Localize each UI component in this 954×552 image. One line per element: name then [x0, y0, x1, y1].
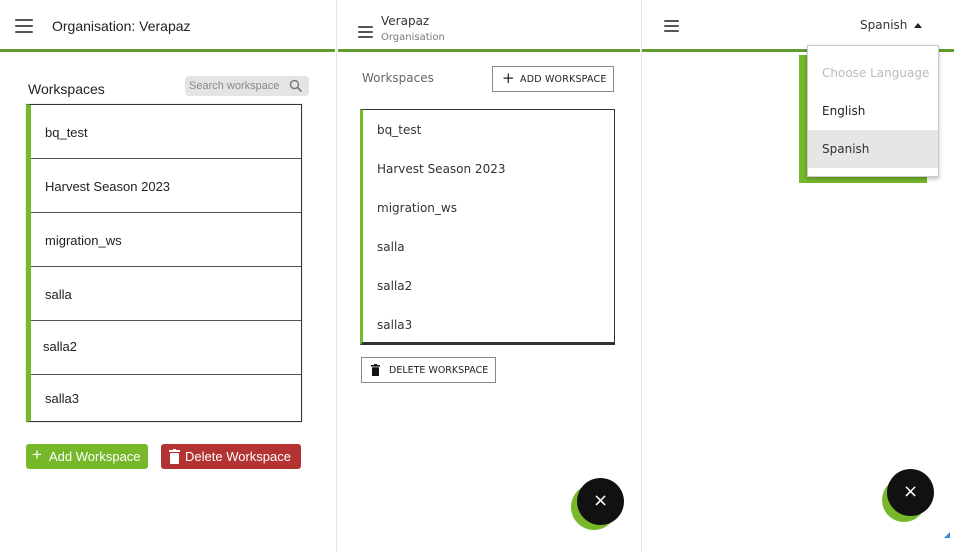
delete-workspace-label: DELETE WORKSPACE — [389, 365, 489, 376]
hamburger-menu-icon[interactable] — [664, 20, 679, 32]
organisation-subtitle: Organisation — [381, 32, 445, 43]
hamburger-menu-icon[interactable] — [15, 19, 33, 33]
workspace-list-item[interactable]: migration_ws — [31, 213, 301, 267]
workspace-name: migration_ws — [45, 233, 122, 248]
workspace-list: bq_test Harvest Season 2023 migration_ws… — [26, 104, 302, 422]
option-label: Spanish — [822, 142, 870, 156]
app-header: Organisation: Verapaz — [0, 0, 335, 52]
workspace-list-item[interactable]: salla3 — [377, 318, 412, 332]
workspaces-heading: Workspaces — [28, 81, 105, 97]
workspace-list-item[interactable]: salla2 — [31, 321, 301, 375]
workspace-name: salla2 — [43, 339, 77, 354]
workspace-list-item[interactable]: bq_test — [31, 105, 301, 159]
caret-up-icon — [914, 23, 922, 28]
organisation-name: Verapaz — [381, 14, 430, 28]
close-icon: × — [902, 481, 919, 502]
workspace-list-item[interactable]: salla — [377, 240, 405, 254]
workspace-list-item[interactable]: salla — [31, 267, 301, 321]
add-workspace-label: ADD WORKSPACE — [520, 74, 607, 85]
app-header: Verapaz Organisation — [338, 0, 640, 52]
workspace-list-item[interactable]: salla3 — [31, 375, 301, 429]
option-label: English — [822, 104, 866, 118]
search-box[interactable] — [185, 76, 309, 96]
workspaces-heading: Workspaces — [362, 71, 434, 85]
delete-workspace-button[interactable]: DELETE WORKSPACE — [361, 357, 496, 383]
workspace-name: Harvest Season 2023 — [45, 179, 171, 194]
language-menu-placeholder: Choose Language — [808, 54, 938, 92]
language-option-spanish[interactable]: Spanish — [808, 130, 938, 168]
add-workspace-button[interactable]: + ADD WORKSPACE — [492, 66, 614, 92]
trash-icon — [169, 449, 180, 464]
delete-workspace-label: Delete Workspace — [185, 449, 291, 464]
workspace-name: salla3 — [45, 391, 79, 406]
language-option-english[interactable]: English — [808, 92, 938, 130]
placeholder-label: Choose Language — [822, 66, 930, 80]
workspace-list-item[interactable]: bq_test — [377, 123, 421, 137]
current-language: Spanish — [860, 18, 908, 32]
hamburger-menu-icon[interactable] — [358, 26, 373, 38]
workspace-list-item[interactable]: Harvest Season 2023 — [377, 162, 505, 176]
workspace-list-item[interactable]: Harvest Season 2023 — [31, 159, 301, 213]
plus-icon: + — [502, 69, 515, 87]
plus-icon: + — [32, 445, 42, 464]
search-icon[interactable] — [289, 79, 303, 93]
workspace-name: bq_test — [45, 125, 88, 140]
add-workspace-label: Add Workspace — [49, 449, 141, 464]
close-fab-button[interactable]: × — [577, 478, 624, 525]
language-dropdown-menu: Choose Language English Spanish — [807, 45, 939, 177]
page-title: Organisation: Verapaz — [52, 18, 191, 34]
trash-icon — [371, 364, 380, 376]
workspaces-panel-mobile: Verapaz Organisation Workspaces + ADD WO… — [338, 0, 640, 552]
panel-divider — [336, 0, 337, 552]
close-icon: × — [592, 490, 609, 511]
workspace-list: bq_test Harvest Season 2023 migration_ws… — [360, 109, 615, 345]
resize-corner-icon — [944, 532, 950, 538]
workspace-list-item[interactable]: migration_ws — [377, 201, 457, 215]
language-panel: Spanish Choose Language English Spanish … — [642, 0, 954, 552]
workspace-name: salla — [45, 287, 72, 302]
search-input[interactable] — [189, 78, 289, 94]
workspaces-panel-desktop: Organisation: Verapaz Workspaces bq_test… — [0, 0, 335, 552]
language-selector[interactable]: Spanish — [860, 18, 930, 36]
close-fab-button[interactable]: × — [887, 469, 934, 516]
workspace-list-item[interactable]: salla2 — [377, 279, 412, 293]
add-workspace-button[interactable]: + Add Workspace — [26, 444, 148, 469]
delete-workspace-button[interactable]: Delete Workspace — [161, 444, 301, 469]
